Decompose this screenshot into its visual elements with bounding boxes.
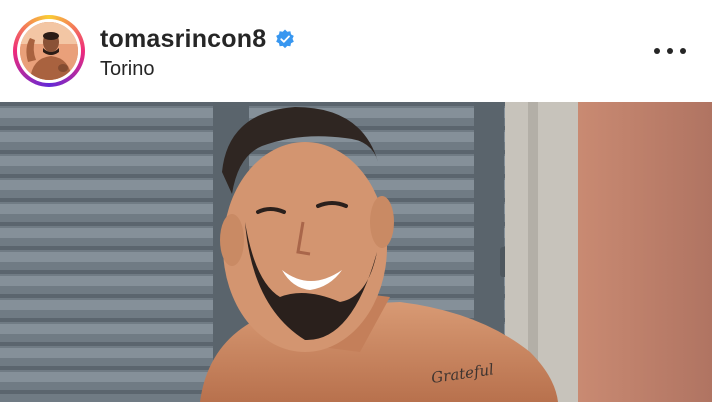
- more-options-button[interactable]: [654, 46, 686, 56]
- avatar[interactable]: [20, 22, 78, 80]
- username[interactable]: tomasrincon8: [100, 25, 266, 54]
- post-image[interactable]: Grateful: [0, 102, 712, 402]
- verified-badge-icon: [276, 29, 295, 49]
- post-header: tomasrincon8 Torino: [0, 0, 712, 102]
- more-horizontal-icon: [654, 48, 660, 54]
- location-link[interactable]: Torino: [100, 58, 154, 81]
- avatar-image: [20, 22, 78, 80]
- instagram-post: tomasrincon8 Torino Grateful: [0, 0, 712, 402]
- story-ring[interactable]: [13, 15, 85, 87]
